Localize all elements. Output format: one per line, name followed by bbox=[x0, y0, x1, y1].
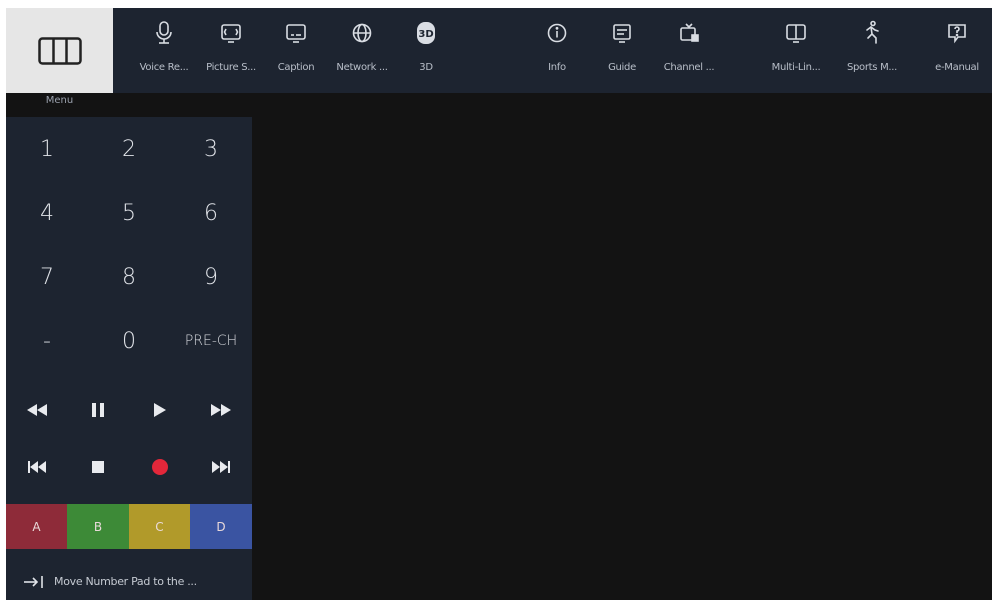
color-button-d[interactable]: D bbox=[190, 504, 252, 549]
numpad-key-pre-ch[interactable]: PRE-CH bbox=[170, 309, 252, 373]
color-button-b[interactable]: B bbox=[67, 504, 129, 549]
toolbar-item-label: Caption bbox=[277, 62, 315, 73]
rewind-icon bbox=[26, 403, 47, 416]
play-icon bbox=[153, 402, 166, 417]
number-pad-panel: 1 2 3 4 5 6 7 8 9 - 0 PRE-CH A B C D Mov… bbox=[6, 117, 252, 600]
guide-icon bbox=[609, 20, 635, 46]
color-button-c[interactable]: C bbox=[129, 504, 190, 549]
numpad-key-2[interactable]: 2 bbox=[88, 117, 170, 181]
toolbar-item-sports-mode[interactable]: Sports M... bbox=[838, 8, 906, 93]
3d-icon: 3D bbox=[413, 20, 439, 46]
pause-button[interactable] bbox=[67, 381, 129, 438]
pause-icon bbox=[92, 402, 104, 417]
menu-button[interactable] bbox=[6, 8, 113, 93]
toolbar-item-info[interactable]: Info bbox=[523, 8, 591, 93]
toolbar-item-label: Sports M... bbox=[846, 62, 898, 73]
play-button[interactable] bbox=[129, 381, 190, 438]
stop-button[interactable] bbox=[67, 438, 129, 495]
toolbar-item-caption[interactable]: Caption bbox=[262, 8, 330, 93]
tv-screen: Voice Re... Picture S... Caption Network… bbox=[6, 8, 992, 600]
globe-icon bbox=[349, 20, 375, 46]
info-icon bbox=[544, 20, 570, 46]
toolbar-item-label: Multi-Lin... bbox=[771, 62, 821, 73]
channel-list-icon bbox=[676, 20, 702, 46]
numpad-key-5[interactable]: 5 bbox=[88, 181, 170, 245]
toolbar-item-picture-size[interactable]: Picture S... bbox=[197, 8, 265, 93]
toolbar-item-label: Channel ... bbox=[663, 62, 715, 73]
color-button-a[interactable]: A bbox=[6, 504, 67, 549]
e-manual-icon bbox=[944, 20, 970, 46]
fast-forward-icon bbox=[211, 403, 231, 416]
toolbar-item-network[interactable]: Network ... bbox=[328, 8, 396, 93]
numpad-key-8[interactable]: 8 bbox=[88, 245, 170, 309]
svg-text:3D: 3D bbox=[418, 29, 433, 40]
caption-icon bbox=[283, 20, 309, 46]
move-number-pad-label: Move Number Pad to the ... bbox=[54, 575, 197, 588]
numpad-key-3[interactable]: 3 bbox=[170, 117, 252, 181]
previous-button[interactable] bbox=[6, 438, 67, 495]
previous-icon bbox=[27, 460, 46, 473]
menu-grid-icon bbox=[37, 36, 82, 65]
toolbar-item-label: e-Manual bbox=[935, 62, 979, 73]
toolbar-item-e-manual[interactable]: e-Manual bbox=[923, 8, 991, 93]
toolbar-item-label: Picture S... bbox=[206, 62, 256, 73]
rewind-button[interactable] bbox=[6, 381, 67, 438]
record-button[interactable] bbox=[129, 438, 190, 495]
numpad-key-4[interactable]: 4 bbox=[6, 181, 88, 245]
toolbar-item-multi-link[interactable]: Multi-Lin... bbox=[762, 8, 830, 93]
toolbar-item-label: Network ... bbox=[336, 62, 388, 73]
numpad-key-6[interactable]: 6 bbox=[170, 181, 252, 245]
menu-label: Menu bbox=[45, 95, 74, 106]
toolbar-item-label: 3D bbox=[419, 62, 433, 73]
numpad-key-9[interactable]: 9 bbox=[170, 245, 252, 309]
stop-icon bbox=[92, 460, 104, 473]
next-button[interactable] bbox=[190, 438, 252, 495]
fast-forward-button[interactable] bbox=[190, 381, 252, 438]
numpad-key-1[interactable]: 1 bbox=[6, 117, 88, 181]
top-toolbar: Voice Re... Picture S... Caption Network… bbox=[6, 8, 992, 93]
move-right-icon bbox=[24, 575, 43, 588]
numpad-key-7[interactable]: 7 bbox=[6, 245, 88, 309]
next-icon bbox=[212, 460, 230, 473]
toolbar-item-label: Guide bbox=[608, 62, 636, 73]
numpad-key-dash[interactable]: - bbox=[6, 309, 88, 373]
picture-size-icon bbox=[218, 20, 244, 46]
sports-mode-icon bbox=[859, 20, 885, 46]
toolbar-item-guide[interactable]: Guide bbox=[588, 8, 656, 93]
toolbar-item-channel[interactable]: Channel ... bbox=[655, 8, 723, 93]
toolbar-item-label: Voice Re... bbox=[139, 62, 189, 73]
move-number-pad-button[interactable]: Move Number Pad to the ... bbox=[6, 563, 252, 600]
toolbar-item-label: Info bbox=[548, 62, 566, 73]
microphone-icon bbox=[151, 20, 177, 46]
record-icon bbox=[151, 458, 168, 475]
toolbar-item-3d[interactable]: 3D 3D bbox=[392, 8, 460, 93]
multi-link-icon bbox=[783, 20, 809, 46]
numpad-key-0[interactable]: 0 bbox=[88, 309, 170, 373]
toolbar-item-voice[interactable]: Voice Re... bbox=[130, 8, 198, 93]
